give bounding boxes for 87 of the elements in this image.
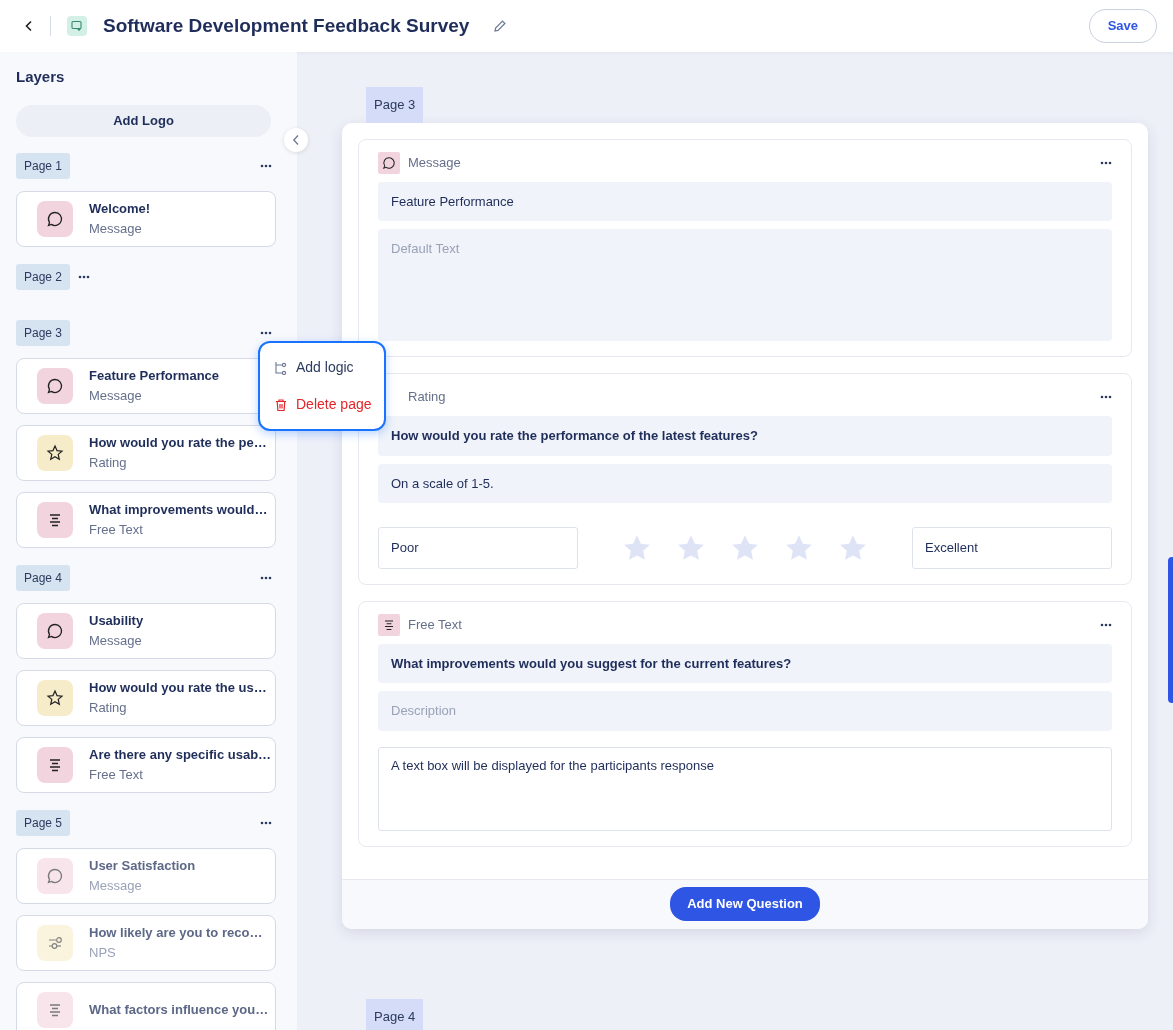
menu-item[interactable]: Add logic: [274, 357, 384, 378]
speech-bubble-icon: [378, 151, 400, 174]
speech-bubble-icon: [37, 367, 73, 404]
item-type: Message: [89, 219, 143, 238]
layer-item[interactable]: Are there any specific usab… Free Text: [16, 736, 276, 793]
add-question-button[interactable]: Add New Question: [670, 887, 820, 921]
more-icon: [1100, 395, 1112, 399]
item-type: Rating: [89, 453, 128, 472]
more-button[interactable]: [260, 330, 272, 335]
question-type: Rating: [408, 388, 446, 407]
trash-icon: [274, 397, 288, 412]
item-type: Rating: [89, 698, 128, 717]
response-box: A text box will be displayed for the participants response: [378, 746, 1112, 831]
item-type: NPS: [89, 943, 117, 962]
label-field[interactable]: Excellent: [912, 527, 1112, 569]
collapse-button[interactable]: [284, 128, 308, 152]
item-title: Are there any specific usab…: [89, 746, 272, 764]
text-lines-icon: [378, 613, 400, 636]
more-icon: [1100, 160, 1112, 165]
text-lines-icon: [37, 991, 73, 1028]
side-handle[interactable]: [1168, 557, 1173, 703]
item-title: Feature Performance: [89, 367, 220, 385]
sliders-icon: [37, 924, 73, 961]
item-type: Free Text: [89, 765, 144, 784]
page-tag[interactable]: Page 5: [16, 809, 71, 836]
item-title: What factors influence you…: [89, 1000, 269, 1019]
layer-item[interactable]: User Satisfaction Message: [16, 847, 276, 904]
menu-item[interactable]: Delete page: [274, 394, 384, 415]
more-button[interactable]: [1100, 395, 1112, 399]
question-field[interactable]: How would you rate the performance of the latest features?: [378, 416, 1112, 456]
more-icon: [78, 274, 91, 279]
more-button[interactable]: [1100, 160, 1112, 165]
more-icon: [260, 820, 272, 825]
title-field[interactable]: Feature Performance: [378, 181, 1112, 221]
layer-item[interactable]: What factors influence you…: [16, 981, 276, 1030]
more-button[interactable]: [260, 820, 272, 825]
more-button[interactable]: [260, 163, 272, 168]
more-button[interactable]: [1100, 622, 1112, 627]
branch-icon: [274, 360, 288, 375]
item-title: How would you rate the pe…: [89, 434, 267, 452]
page-tag[interactable]: Page 3: [366, 87, 424, 123]
text-lines-icon: [37, 746, 73, 783]
description-field[interactable]: On a scale of 1-5.: [378, 463, 1112, 503]
item-type: Free Text: [89, 520, 144, 539]
layers-heading: Layers: [16, 67, 66, 87]
page-tag[interactable]: Page 4: [16, 564, 71, 591]
more-button[interactable]: [78, 274, 91, 279]
item-type: Message: [89, 631, 143, 650]
layer-item[interactable]: Usability Message: [16, 602, 276, 659]
question-type: Free Text: [408, 615, 462, 634]
speech-bubble-icon: [37, 857, 73, 894]
more-icon: [260, 330, 272, 335]
page-tag[interactable]: Page 3: [16, 319, 71, 346]
page-tag[interactable]: Page 2: [16, 263, 71, 290]
layer-item[interactable]: How likely are you to reco… NPS: [16, 914, 276, 971]
layer-item[interactable]: What improvements would… Free Text: [16, 491, 276, 548]
layer-item[interactable]: How would you rate the pe… Rating: [16, 424, 276, 481]
item-type: Message: [89, 876, 143, 895]
item-title: User Satisfaction: [89, 857, 196, 875]
item-type: Message: [89, 386, 143, 405]
more-icon: [1100, 622, 1112, 627]
question-field[interactable]: What improvements would you suggest for the current features?: [378, 643, 1112, 683]
question-type: Message: [408, 153, 461, 172]
survey-title: Software Development Feedback Survey: [103, 13, 470, 38]
text-lines-icon: [37, 501, 73, 538]
item-title: How likely are you to reco…: [89, 924, 263, 942]
chevron-left-icon: [24, 20, 34, 32]
save-button[interactable]: Save: [1088, 9, 1157, 43]
pencil-icon[interactable]: [493, 19, 508, 33]
label-field[interactable]: Poor: [378, 527, 578, 569]
item-title: How would you rate the us…: [89, 679, 267, 697]
more-icon: [260, 575, 272, 580]
back-button[interactable]: [24, 20, 34, 32]
layer-item[interactable]: Welcome! Message: [16, 190, 276, 247]
page-tag[interactable]: Page 4: [366, 998, 424, 1030]
add-logo-button[interactable]: Add Logo: [16, 104, 271, 137]
item-title: Usability: [89, 612, 144, 630]
survey-icon: [67, 16, 87, 36]
item-title: What improvements would…: [89, 501, 268, 519]
chevron-left-icon: [292, 134, 300, 146]
more-button[interactable]: [260, 575, 272, 580]
speech-bubble-icon: [37, 612, 73, 649]
speech-bubble-icon: [37, 200, 73, 237]
more-icon: [260, 163, 272, 168]
layer-item[interactable]: How would you rate the us… Rating: [16, 669, 276, 726]
item-title: Welcome!: [89, 200, 151, 218]
page-tag[interactable]: Page 1: [16, 152, 71, 179]
